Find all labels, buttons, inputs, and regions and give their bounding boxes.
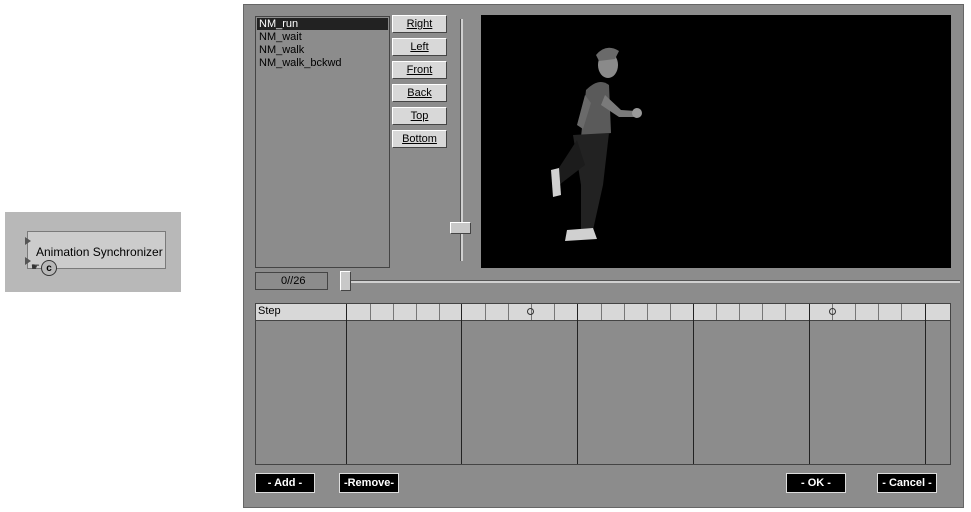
step-timeline[interactable]: Step — [255, 303, 951, 465]
cancel-button[interactable]: - Cancel - — [877, 473, 937, 493]
animation-list[interactable]: NM_run NM_wait NM_walk NM_walk_bckwd — [255, 16, 390, 268]
animation-synchronizer-dialog: NM_run NM_wait NM_walk NM_walk_bckwd Rig… — [243, 4, 964, 508]
column-divider — [925, 304, 926, 464]
ok-button[interactable]: - OK - — [786, 473, 846, 493]
remove-button[interactable]: -Remove- — [339, 473, 399, 493]
list-item[interactable]: NM_walk_bckwd — [257, 57, 388, 69]
column-divider — [693, 304, 694, 464]
list-item[interactable]: NM_run — [257, 18, 388, 30]
view-front-button[interactable]: Front — [392, 61, 447, 79]
view-bottom-button[interactable]: Bottom — [392, 130, 447, 148]
view-top-button[interactable]: Top — [392, 107, 447, 125]
column-divider — [809, 304, 810, 464]
cursor-icon: ☛ — [31, 262, 40, 273]
node-condition-icon[interactable]: c — [41, 260, 57, 276]
character-figure — [551, 47, 642, 241]
view-left-button[interactable]: Left — [392, 38, 447, 56]
frame-slider-track[interactable] — [340, 280, 960, 283]
step-label: Step — [258, 305, 281, 317]
frame-counter: 0//26 — [255, 272, 328, 290]
column-divider — [461, 304, 462, 464]
frame-slider-thumb[interactable] — [340, 271, 351, 291]
add-button[interactable]: - Add - — [255, 473, 315, 493]
zoom-slider-thumb[interactable] — [450, 222, 471, 234]
animation-synchronizer-node[interactable]: Animation Synchronizer ☛ c — [5, 212, 181, 292]
column-divider — [346, 304, 347, 464]
circle-keyframe-icon[interactable] — [527, 308, 534, 315]
node-title: Animation Synchronizer — [36, 245, 163, 259]
column-divider — [577, 304, 578, 464]
input-pin-icon[interactable] — [25, 237, 31, 245]
timeline-header: Step — [256, 304, 950, 321]
circle-keyframe-icon[interactable] — [829, 308, 836, 315]
list-item[interactable]: NM_walk — [257, 44, 388, 56]
preview-viewport[interactable] — [481, 15, 951, 268]
view-back-button[interactable]: Back — [392, 84, 447, 102]
list-item[interactable]: NM_wait — [257, 31, 388, 43]
view-right-button[interactable]: Right — [392, 15, 447, 33]
